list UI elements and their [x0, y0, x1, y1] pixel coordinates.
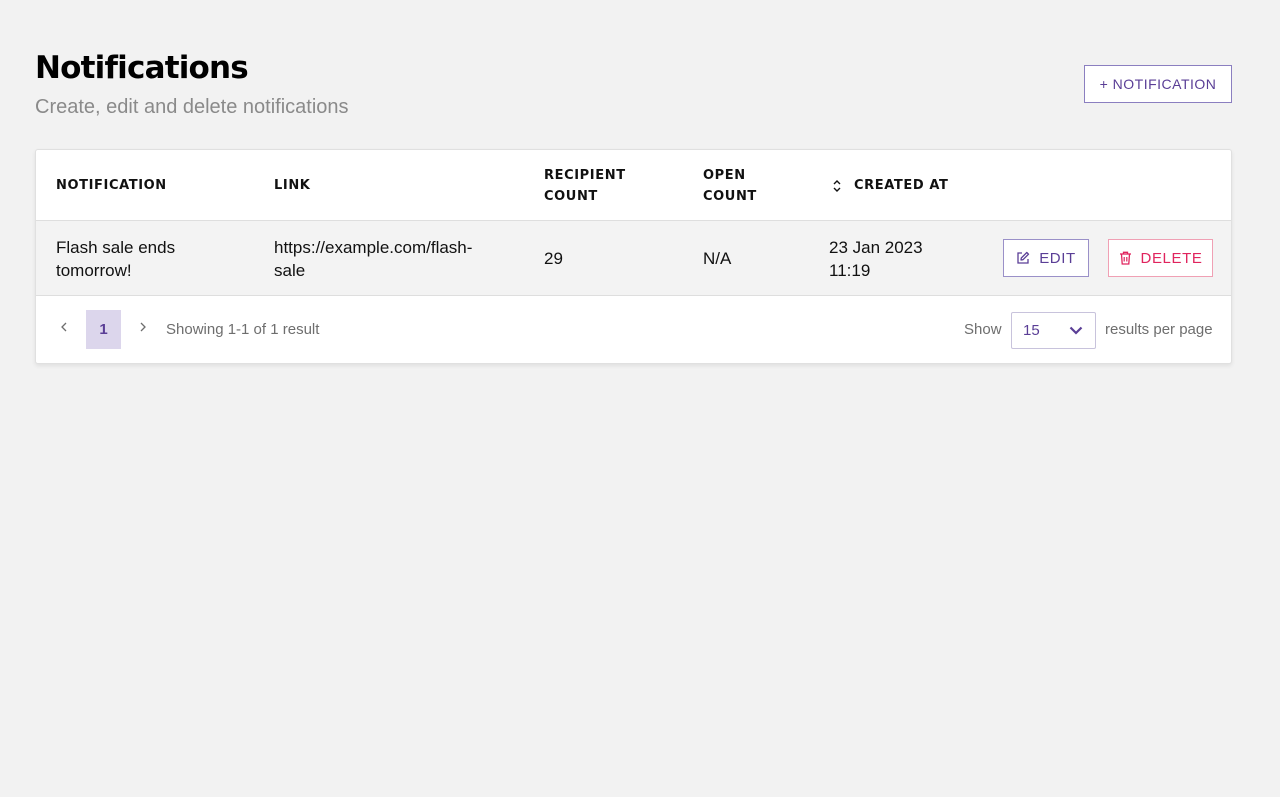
- pagination-bar: 1 Showing 1-1 of 1 result Show 15 result…: [36, 296, 1231, 364]
- table-row: Flash sale ends tomorrow! https://exampl…: [36, 221, 1231, 296]
- page-subtitle: Create, edit and delete notifications: [35, 96, 349, 118]
- column-header-recipient-count: RECIPIENT COUNT: [544, 167, 626, 204]
- previous-page-button[interactable]: [57, 320, 71, 334]
- page-header: Notifications Create, edit and delete no…: [35, 48, 349, 120]
- column-header-created-at[interactable]: CREATED AT: [832, 150, 948, 221]
- cell-open-count: N/A: [703, 249, 732, 268]
- notifications-page: Notifications Create, edit and delete no…: [0, 0, 1280, 797]
- cell-created-at: 23 Jan 2023 11:19: [829, 237, 923, 280]
- sort-icon: [833, 179, 841, 192]
- delete-button[interactable]: DELETE: [1108, 239, 1213, 277]
- edit-icon: [1017, 251, 1030, 264]
- per-page-value: 15: [1023, 322, 1040, 339]
- chevron-right-icon: [140, 322, 146, 332]
- column-header-link: LINK: [274, 178, 311, 193]
- edit-button[interactable]: EDIT: [1003, 239, 1089, 277]
- cell-notification: Flash sale ends tomorrow!: [56, 237, 176, 280]
- cell-link: https://example.com/flash-sale: [274, 237, 473, 280]
- notifications-table-card: NOTIFICATION LINK RECIPIENT COUNT OPEN C…: [35, 149, 1232, 364]
- chevron-left-icon: [61, 322, 67, 332]
- show-label: Show: [964, 321, 1002, 338]
- add-notification-button[interactable]: + NOTIFICATION: [1084, 65, 1232, 103]
- table-header: NOTIFICATION LINK RECIPIENT COUNT OPEN C…: [36, 150, 1231, 221]
- cell-recipient-count: 29: [544, 249, 563, 268]
- page-button-current[interactable]: 1: [86, 310, 121, 349]
- column-header-open-count: OPEN COUNT: [703, 167, 757, 204]
- per-page-select[interactable]: 15: [1011, 312, 1096, 349]
- column-header-notification: NOTIFICATION: [56, 178, 167, 193]
- next-page-button[interactable]: [136, 320, 150, 334]
- per-page-suffix: results per page: [1105, 321, 1213, 338]
- page-title: Notifications: [35, 50, 249, 86]
- results-summary: Showing 1-1 of 1 result: [166, 321, 320, 338]
- delete-button-label: DELETE: [1140, 249, 1203, 267]
- trash-icon: [1119, 251, 1131, 265]
- chevron-down-icon: [1069, 326, 1083, 335]
- edit-button-label: EDIT: [1039, 249, 1076, 267]
